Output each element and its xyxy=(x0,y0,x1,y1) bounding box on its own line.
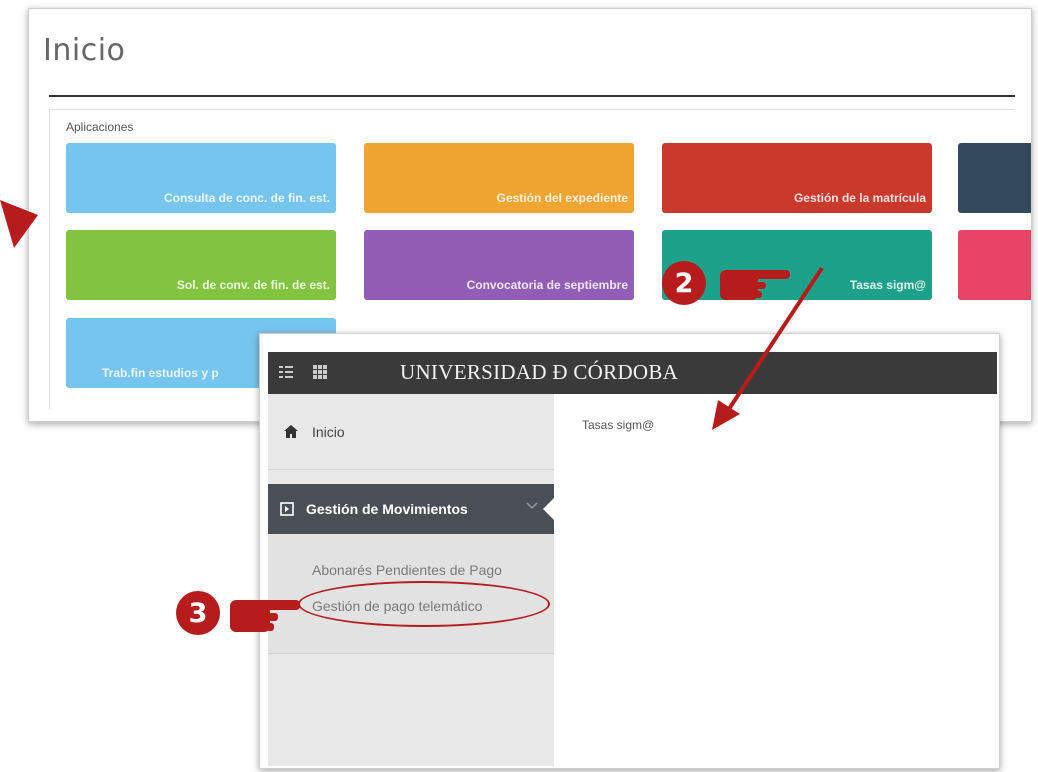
step-badge-2: 2 xyxy=(662,261,706,305)
breadcrumb: Tasas sigm@ xyxy=(582,418,655,432)
tile-label: Convocatoria de septiembre xyxy=(466,278,628,292)
step-badge-3: 3 xyxy=(176,591,220,635)
payments-window: UNIVERSIDAD Ð CÓRDOBA Inicio Gestión de … xyxy=(259,333,1000,769)
chevron-down-icon xyxy=(526,502,538,510)
tile-label: Gestión del expediente xyxy=(496,191,628,205)
title-divider xyxy=(49,95,1015,97)
app-tile-expediente[interactable]: Gestión del expediente xyxy=(364,143,634,213)
home-icon xyxy=(284,425,298,438)
menu-toggle-icon[interactable] xyxy=(278,364,294,380)
highlight-oval xyxy=(298,581,550,627)
top-navbar: UNIVERSIDAD Ð CÓRDOBA xyxy=(268,352,997,394)
sidebar-item-label: Inicio xyxy=(312,423,345,440)
tile-label: Tasas sigm@ xyxy=(849,278,926,292)
app-tile-pink[interactable] xyxy=(958,230,1031,300)
section-label: Aplicaciones xyxy=(66,120,134,134)
tile-label: Sol. de conv. de fin. de est. xyxy=(176,278,330,292)
tile-label: Consulta de conc. de fin. est. xyxy=(163,191,330,205)
sidebar-group-label: Gestión de Movimientos xyxy=(306,501,468,517)
apps-grid-icon[interactable] xyxy=(312,364,328,380)
sidebar-item-abonares[interactable]: Abonarés Pendientes de Pago xyxy=(312,562,502,578)
app-tile-consulta[interactable]: Consulta de conc. de fin. est. xyxy=(66,143,336,213)
app-tile-convocatoria[interactable]: Convocatoria de septiembre xyxy=(364,230,634,300)
app-tile-dark[interactable] xyxy=(958,143,1031,213)
tile-label: Trab.fin estudios y p xyxy=(102,366,219,380)
sidebar-item-inicio[interactable]: Inicio xyxy=(268,394,554,470)
page-title: Inicio xyxy=(43,33,126,68)
sidebar: Inicio Gestión de Movimientos Abonarés P… xyxy=(268,394,555,766)
app-tile-solicitud[interactable]: Sol. de conv. de fin. de est. xyxy=(66,230,336,300)
app-tile-matricula[interactable]: Gestión de la matrícula xyxy=(662,143,932,213)
tile-label: Gestión de la matrícula xyxy=(793,191,926,205)
group-toggle-icon xyxy=(280,502,294,516)
sidebar-group-gestion-movimientos[interactable]: Gestión de Movimientos xyxy=(268,484,555,534)
active-indicator xyxy=(543,497,555,521)
university-logo-text: UNIVERSIDAD Ð CÓRDOBA xyxy=(400,360,679,384)
